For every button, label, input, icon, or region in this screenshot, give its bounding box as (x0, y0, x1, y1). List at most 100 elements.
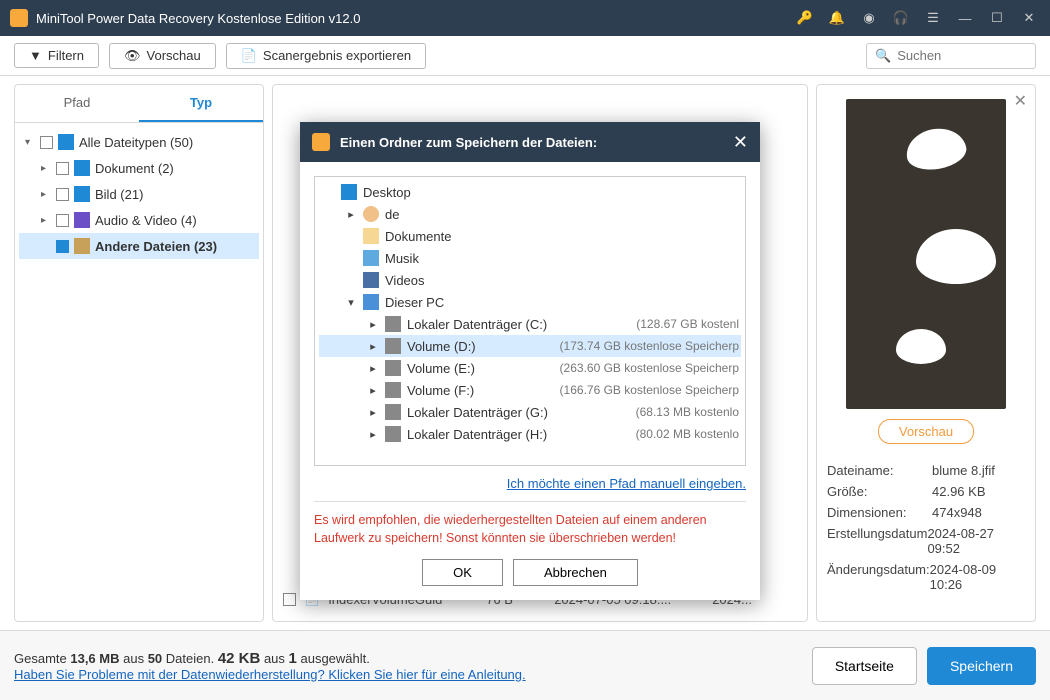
eye-icon: 👁 (124, 48, 141, 64)
footer: Gesamte 13,6 MB aus 50 Dateien. 42 KB au… (0, 630, 1050, 700)
chevron-icon: ▸ (367, 318, 379, 331)
folder-node[interactable]: ▸ Lokaler Datenträger (H:) (80.02 MB koste… (319, 423, 741, 445)
preview-open-button[interactable]: Vorschau (878, 419, 974, 444)
folder-name: Volume (E:) (407, 361, 554, 376)
folder-node[interactable]: ▾ Dieser PC (319, 291, 741, 313)
tree-all[interactable]: ▾Alle Dateitypen (50) (19, 129, 259, 155)
menu-icon[interactable]: ☰ (922, 7, 944, 29)
folder-node[interactable]: Videos (319, 269, 741, 291)
folder-node[interactable]: ▸ Volume (F:) (166.76 GB kostenlose Speich… (319, 379, 741, 401)
folder-name: Desktop (363, 185, 733, 200)
folder-name: Lokaler Datenträger (C:) (407, 317, 630, 332)
key-icon[interactable]: 🔑 (794, 7, 816, 29)
maximize-icon[interactable]: ☐ (986, 7, 1008, 29)
dialog-close-icon[interactable]: ✕ (733, 132, 748, 153)
folder-icon (385, 382, 401, 398)
help-link[interactable]: Haben Sie Probleme mit der Datenwiederhe… (14, 667, 802, 682)
minimize-icon[interactable]: — (954, 7, 976, 29)
folder-node[interactable]: ▸ de (319, 203, 741, 225)
chevron-icon: ▸ (367, 340, 379, 353)
manual-path-link[interactable]: Ich möchte einen Pfad manuell eingeben. (314, 476, 746, 491)
chevron-icon: ▸ (367, 428, 379, 441)
tab-type[interactable]: Typ (139, 85, 263, 122)
folder-size: (263.60 GB kostenlose Speicherp (560, 361, 739, 375)
preview-close-icon[interactable]: ✕ (1014, 91, 1027, 111)
folder-size: (173.74 GB kostenlose Speicherp (560, 339, 739, 353)
folder-icon (385, 338, 401, 354)
folder-name: Videos (385, 273, 733, 288)
dialog-ok-button[interactable]: OK (422, 559, 503, 586)
folder-node[interactable]: ▸ Volume (E:) (263.60 GB kostenlose Speich… (319, 357, 741, 379)
bell-icon[interactable]: 🔔 (826, 7, 848, 29)
folder-name: Volume (D:) (407, 339, 554, 354)
export-button[interactable]: 📄Scanergebnis exportieren (226, 43, 426, 69)
close-icon[interactable]: ✕ (1018, 7, 1040, 29)
left-panel: Pfad Typ ▾Alle Dateitypen (50) ▸Dokument… (14, 84, 264, 622)
footer-stats: Gesamte 13,6 MB aus 50 Dateien. 42 KB au… (14, 650, 802, 667)
search-icon: 🔍 (875, 48, 891, 64)
folder-size: (128.67 GB kostenl (636, 317, 739, 331)
folder-name: Lokaler Datenträger (G:) (407, 405, 630, 420)
folder-node[interactable]: ▸ Lokaler Datenträger (C:) (128.67 GB kost… (319, 313, 741, 335)
titlebar: MiniTool Power Data Recovery Kostenlose … (0, 0, 1050, 36)
folder-name: Musik (385, 251, 733, 266)
home-button[interactable]: Startseite (812, 647, 917, 685)
tree-doc[interactable]: ▸Dokument (2) (19, 155, 259, 181)
folder-name: Lokaler Datenträger (H:) (407, 427, 630, 442)
folder-node[interactable]: Desktop (319, 181, 741, 203)
headphones-icon[interactable]: 🎧 (890, 7, 912, 29)
app-logo-icon (10, 9, 28, 27)
folder-icon (363, 272, 379, 288)
filter-icon: ▼ (29, 48, 42, 63)
folder-node[interactable]: Musik (319, 247, 741, 269)
folder-icon (363, 294, 379, 310)
tree-av[interactable]: ▸Audio & Video (4) (19, 207, 259, 233)
folder-icon (363, 206, 379, 222)
row-checkbox[interactable] (283, 593, 296, 606)
chevron-icon: ▸ (367, 406, 379, 419)
dialog-cancel-button[interactable]: Abbrechen (513, 559, 638, 586)
folder-size: (80.02 MB kostenlo (636, 427, 739, 441)
app-title: MiniTool Power Data Recovery Kostenlose … (36, 11, 784, 26)
folder-node[interactable]: ▸ Volume (D:) (173.74 GB kostenlose Speich… (319, 335, 741, 357)
folder-node[interactable]: ▸ Lokaler Datenträger (G:) (68.13 MB koste… (319, 401, 741, 423)
folder-node[interactable]: Dokumente (319, 225, 741, 247)
chevron-icon: ▸ (345, 208, 357, 221)
folder-name: de (385, 207, 733, 222)
export-icon: 📄 (241, 48, 257, 64)
folder-icon (385, 404, 401, 420)
chevron-icon: ▸ (367, 362, 379, 375)
folder-name: Volume (F:) (407, 383, 554, 398)
save-button[interactable]: Speichern (927, 647, 1036, 685)
folder-icon (363, 250, 379, 266)
search-input[interactable] (897, 48, 1027, 63)
chevron-icon: ▾ (345, 296, 357, 309)
type-tree: ▾Alle Dateitypen (50) ▸Dokument (2) ▸Bil… (15, 123, 263, 265)
toolbar: ▼Filtern 👁Vorschau 📄Scanergebnis exporti… (0, 36, 1050, 76)
globe-icon[interactable]: ◉ (858, 7, 880, 29)
preview-panel: ✕ Vorschau Dateiname:blume 8.jfif Größe:… (816, 84, 1036, 622)
folder-icon (385, 426, 401, 442)
file-metadata: Dateiname:blume 8.jfif Größe:42.96 KB Di… (827, 460, 1025, 595)
folder-name: Dokumente (385, 229, 733, 244)
chevron-icon: ▸ (367, 384, 379, 397)
dialog-warning: Es wird empfohlen, die wiederhergestellt… (314, 501, 746, 547)
tree-img[interactable]: ▸Bild (21) (19, 181, 259, 207)
folder-icon (385, 316, 401, 332)
folder-icon (341, 184, 357, 200)
tab-path[interactable]: Pfad (15, 85, 139, 122)
folder-tree: Desktop ▸ de Dokumente Musik Videos ▾ Dieser PC… (314, 176, 746, 466)
folder-icon (385, 360, 401, 376)
filter-button[interactable]: ▼Filtern (14, 43, 99, 68)
save-folder-dialog: Einen Ordner zum Speichern der Dateien: … (300, 122, 760, 600)
folder-size: (166.76 GB kostenlose Speicherp (560, 383, 739, 397)
preview-image (846, 99, 1006, 409)
dialog-logo-icon (312, 133, 330, 151)
preview-button[interactable]: 👁Vorschau (109, 43, 216, 69)
tree-other[interactable]: Andere Dateien (23) (19, 233, 259, 259)
dialog-title: Einen Ordner zum Speichern der Dateien: (340, 135, 733, 150)
folder-icon (363, 228, 379, 244)
search-box[interactable]: 🔍 (866, 43, 1036, 69)
folder-size: (68.13 MB kostenlo (636, 405, 739, 419)
folder-name: Dieser PC (385, 295, 733, 310)
